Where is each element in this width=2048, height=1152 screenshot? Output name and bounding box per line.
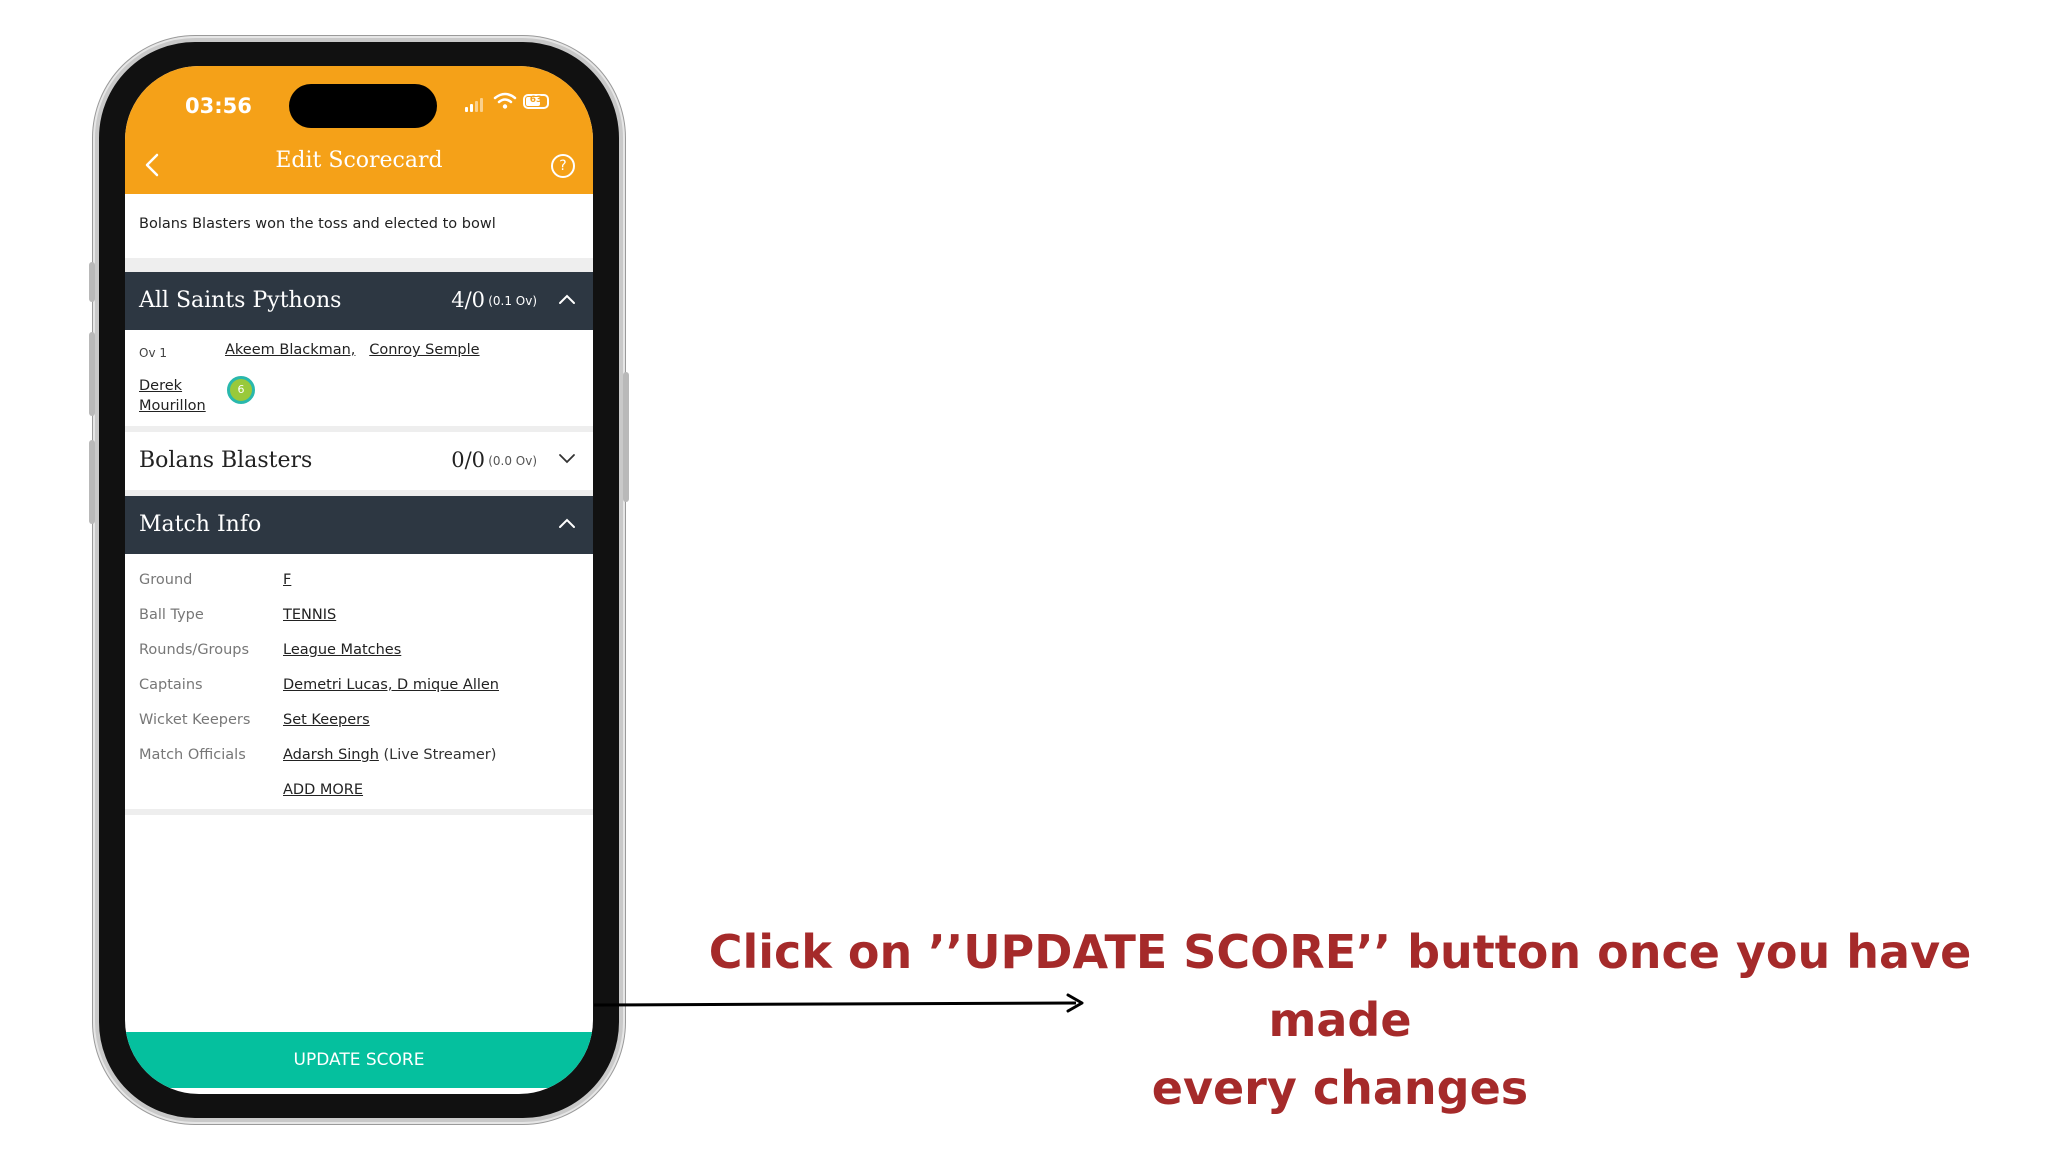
official-link[interactable]: Adarsh Singh (283, 747, 379, 763)
info-row-wicket-keepers: Wicket Keepers Set Keepers (125, 704, 593, 739)
help-icon[interactable]: ? (551, 154, 575, 178)
battery-icon: 63 (523, 94, 549, 109)
status-bar: 03:56 63 (125, 66, 593, 136)
bowler-link[interactable]: Derek Mourillon (139, 376, 219, 416)
section-divider (125, 258, 593, 272)
innings-header-bolans-blasters[interactable]: Bolans Blasters 0/0 (0.0 Ov) (125, 432, 593, 490)
info-value: ADD MORE (283, 782, 363, 798)
instruction-text: Click on ’’UPDATE SCORE’’ button once yo… (660, 918, 2020, 1122)
batsman-link[interactable]: Akeem Blackman, (225, 342, 355, 358)
cellular-signal-icon (465, 98, 483, 112)
info-row-ball-type: Ball Type TENNIS (125, 599, 593, 634)
match-info-list: Ground F Ball Type TENNIS Rounds/Groups … (125, 554, 593, 809)
info-value: League Matches (283, 642, 401, 658)
info-value: Set Keepers (283, 712, 370, 728)
dynamic-island (289, 84, 437, 128)
info-row-add-more: ADD MORE (125, 774, 593, 809)
phone-screen: 03:56 63 Edit Scorecard ? Bolans Blaster… (125, 66, 593, 1094)
ball-six-badge[interactable]: 6 (227, 376, 255, 404)
official-role: (Live Streamer) (383, 747, 497, 763)
app-header: Edit Scorecard ? (125, 136, 593, 194)
info-value: F (283, 572, 291, 588)
team-overs: (0.0 Ov) (488, 454, 537, 468)
info-label: Rounds/Groups (139, 642, 250, 658)
info-value: Adarsh Singh (Live Streamer) (283, 747, 496, 763)
chevron-up-icon[interactable] (557, 292, 577, 306)
match-info-title: Match Info (139, 512, 262, 537)
batsman-link[interactable]: Conroy Semple (369, 342, 479, 358)
batsmen: Akeem Blackman, Conroy Semple (225, 342, 480, 358)
info-label: Match Officials (139, 747, 246, 763)
chevron-up-icon[interactable] (557, 516, 577, 530)
info-row-captains: Captains Demetri Lucas, D mique Allen (125, 669, 593, 704)
captains-link[interactable]: Demetri Lucas, D mique Allen (283, 677, 499, 693)
chevron-down-icon[interactable] (557, 452, 577, 466)
info-label: Ball Type (139, 607, 204, 623)
battery-level: 63 (529, 95, 543, 105)
ground-link[interactable]: F (283, 572, 291, 588)
info-row-ground: Ground F (125, 564, 593, 599)
info-value: TENNIS (283, 607, 336, 623)
ball-type-link[interactable]: TENNIS (283, 607, 336, 623)
update-score-button[interactable]: UPDATE SCORE (125, 1032, 593, 1088)
info-label: Ground (139, 572, 193, 588)
info-label: Captains (139, 677, 203, 693)
over-label: Ov 1 (139, 346, 167, 360)
team-name: All Saints Pythons (139, 288, 342, 313)
team-score: 0/0 (451, 448, 485, 472)
info-label: Wicket Keepers (139, 712, 251, 728)
innings-header-all-saints-pythons[interactable]: All Saints Pythons 4/0 (0.1 Ov) (125, 272, 593, 330)
instruction-line-2: every changes (1151, 1061, 1529, 1115)
team-overs: (0.1 Ov) (488, 294, 537, 308)
page-title: Edit Scorecard (275, 148, 443, 173)
volume-down-button (89, 440, 95, 524)
scorecard-content: Bolans Blasters won the toss and elected… (125, 194, 593, 1094)
section-divider (125, 809, 593, 815)
info-row-match-officials: Match Officials Adarsh Singh (Live Strea… (125, 739, 593, 774)
volume-up-button (89, 332, 95, 416)
set-keepers-link[interactable]: Set Keepers (283, 712, 370, 728)
phone-frame: 03:56 63 Edit Scorecard ? Bolans Blaster… (89, 38, 629, 1122)
mute-switch (89, 262, 95, 302)
info-value: Demetri Lucas, D mique Allen (283, 677, 499, 693)
over-detail: Ov 1 Akeem Blackman, Conroy Semple Derek… (125, 330, 593, 426)
info-row-rounds: Rounds/Groups League Matches (125, 634, 593, 669)
toss-result: Bolans Blasters won the toss and elected… (139, 216, 496, 232)
add-more-link[interactable]: ADD MORE (283, 782, 363, 798)
match-info-header[interactable]: Match Info (125, 496, 593, 554)
team-name: Bolans Blasters (139, 448, 313, 473)
wifi-icon (493, 92, 517, 109)
power-button (623, 372, 629, 502)
instruction-line-1: Click on ’’UPDATE SCORE’’ button once yo… (708, 925, 1972, 1047)
status-time: 03:56 (185, 94, 252, 118)
team-score: 4/0 (451, 288, 485, 312)
rounds-link[interactable]: League Matches (283, 642, 401, 658)
